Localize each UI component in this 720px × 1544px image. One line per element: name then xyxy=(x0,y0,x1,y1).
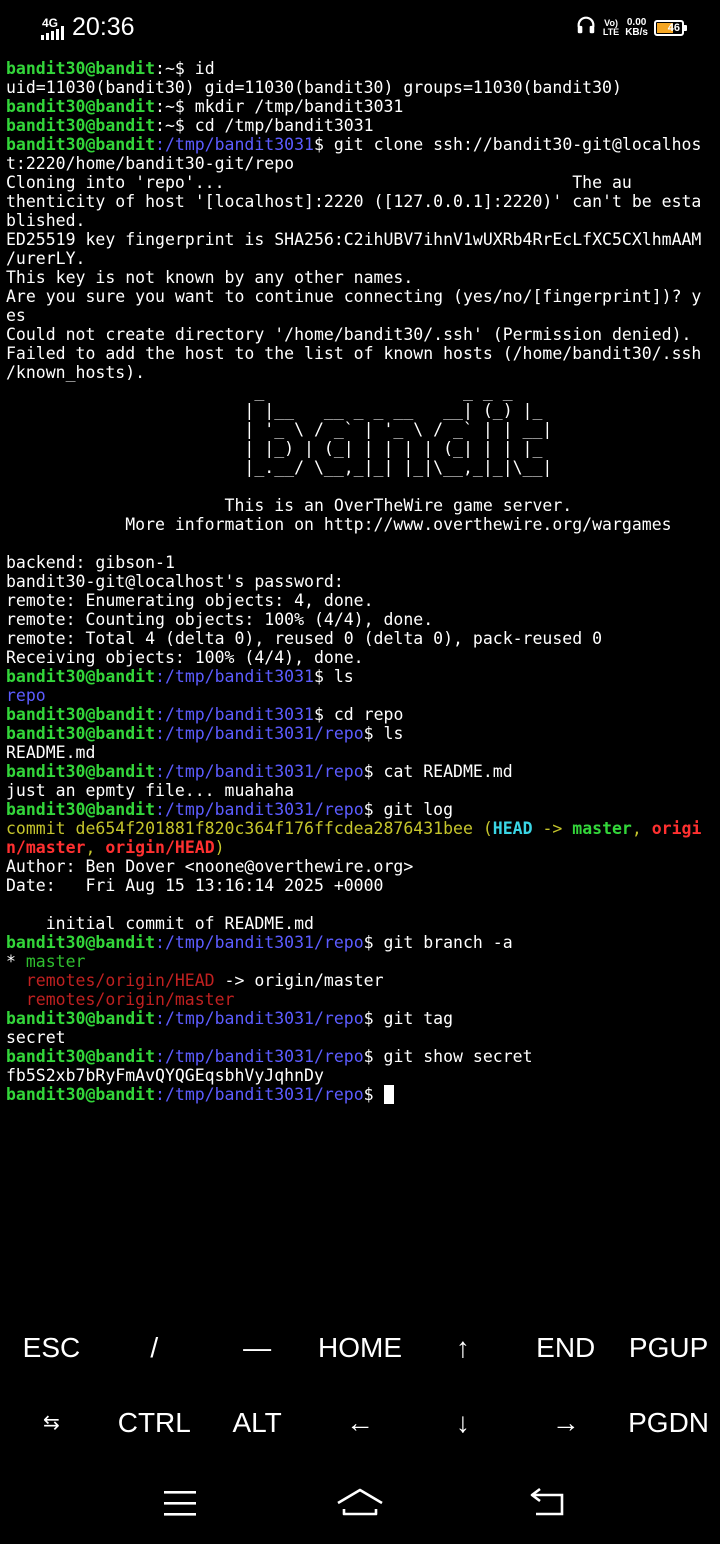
terminal-line: This key is not known by any other names… xyxy=(6,268,414,287)
extra-keys-row-2: ⇆ CTRL ALT ← ↓ → PGDN xyxy=(0,1385,720,1460)
pgup-key[interactable]: PGUP xyxy=(617,1310,720,1385)
terminal-line: repo xyxy=(6,686,46,705)
ascii-banner-line: _ _ _ _ xyxy=(6,382,513,401)
slash-key[interactable]: / xyxy=(103,1310,206,1385)
terminal-line: bandit30-git@localhost's password: xyxy=(6,572,344,591)
terminal-line: bandit30@bandit:/tmp/bandit3031/repo$ ca… xyxy=(6,762,513,781)
terminal-line: Failed to add the host to the list of kn… xyxy=(6,344,702,363)
terminal-line: * master xyxy=(6,952,86,971)
terminal-line: Receiving objects: 100% (4/4), done. xyxy=(6,648,364,667)
terminal-line: bandit30@bandit:/tmp/bandit3031/repo$ gi… xyxy=(6,1047,533,1066)
terminal-line: ED25519 key fingerprint is SHA256:C2ihUB… xyxy=(6,230,702,249)
terminal-line: README.md xyxy=(6,743,96,762)
up-arrow-key[interactable]: ↑ xyxy=(411,1310,514,1385)
status-right: Vo) LTE 0.00 KB/s 46 xyxy=(575,14,687,41)
clock: 20:36 xyxy=(72,13,135,41)
terminal-line: Could not create directory '/home/bandit… xyxy=(6,325,692,344)
welcome-line: This is an OverTheWire game server. xyxy=(6,496,573,515)
home-icon[interactable] xyxy=(330,1482,390,1524)
pgdn-key[interactable]: PGDN xyxy=(617,1385,720,1460)
terminal-output[interactable]: bandit30@bandit:~$ id uid=11030(bandit30… xyxy=(6,59,712,1104)
network-speed: 0.00 KB/s xyxy=(625,16,648,38)
tab-key[interactable]: ⇆ xyxy=(0,1385,103,1460)
terminal-line: initial commit of README.md xyxy=(6,914,314,933)
terminal-line: bandit30@bandit:~$ id xyxy=(6,59,215,78)
terminal-line: Date: Fri Aug 15 13:16:14 2025 +0000 xyxy=(6,876,384,895)
battery-level: 46 xyxy=(667,21,680,34)
extra-keys-bar: ESC / — HOME ↑ END PGUP ⇆ CTRL ALT ← ↓ →… xyxy=(0,1310,720,1460)
navigation-bar xyxy=(0,1460,720,1544)
terminal-line: remotes/origin/master xyxy=(6,990,235,1009)
right-arrow-key[interactable]: → xyxy=(514,1385,617,1460)
terminal-line: bandit30@bandit:/tmp/bandit3031$ git clo… xyxy=(6,135,702,154)
end-key[interactable]: END xyxy=(514,1310,617,1385)
ascii-banner-line: | |_) | (_| | | | | (_| | | |_ xyxy=(6,439,543,458)
terminal-line: es xyxy=(6,306,26,325)
terminal-line: Author: Ben Dover <noone@overthewire.org… xyxy=(6,857,414,876)
terminal-line: /urerLY. xyxy=(6,249,86,268)
down-arrow-key[interactable]: ↓ xyxy=(411,1385,514,1460)
terminal-line: bandit30@bandit:~$ cd /tmp/bandit3031 xyxy=(6,116,374,135)
terminal-line: bandit30@bandit:/tmp/bandit3031/repo$ gi… xyxy=(6,800,454,819)
terminal-line: bandit30@bandit:/tmp/bandit3031/repo$ gi… xyxy=(6,933,513,952)
volte-indicator: Vo) LTE xyxy=(602,17,620,37)
terminal-line: commit de654f201881f820c364f176ffcdea287… xyxy=(6,819,702,838)
terminal-line: just an epmty file... muahaha xyxy=(6,781,295,800)
terminal-line: bandit30@bandit:/tmp/bandit3031$ ls xyxy=(6,667,354,686)
left-arrow-key[interactable]: ← xyxy=(309,1385,412,1460)
menu-icon[interactable] xyxy=(150,1482,210,1524)
terminal-line: t:2220/home/bandit30-git/repo xyxy=(6,154,295,173)
terminal-line: bandit30@bandit:/tmp/bandit3031/repo$ gi… xyxy=(6,1009,454,1028)
terminal-line: remote: Enumerating objects: 4, done. xyxy=(6,591,374,610)
terminal-line: uid=11030(bandit30) gid=11030(bandit30) … xyxy=(6,78,622,97)
back-icon[interactable] xyxy=(518,1482,578,1524)
terminal-cursor xyxy=(383,1085,394,1104)
terminal-line: remote: Total 4 (delta 0), reused 0 (del… xyxy=(6,629,603,648)
terminal-prompt-line[interactable]: bandit30@bandit:/tmp/bandit3031/repo$ xyxy=(6,1085,712,1104)
battery-icon: 46 xyxy=(654,19,687,36)
extra-keys-row-1: ESC / — HOME ↑ END PGUP xyxy=(0,1310,720,1385)
terminal-line: secret xyxy=(6,1028,66,1047)
terminal-line: n/master, origin/HEAD) xyxy=(6,838,225,857)
status-bar: 4G 20:36 Vo) LTE 0.00 KB/s 46 xyxy=(0,0,720,58)
ctrl-key[interactable]: CTRL xyxy=(103,1385,206,1460)
esc-key[interactable]: ESC xyxy=(0,1310,103,1385)
dash-key[interactable]: — xyxy=(206,1310,309,1385)
terminal-line: bandit30@bandit:/tmp/bandit3031$ cd repo xyxy=(6,705,404,724)
terminal-line: blished. xyxy=(6,211,86,230)
terminal-line: Are you sure you want to continue connec… xyxy=(6,287,702,306)
terminal-line: remotes/origin/HEAD -> origin/master xyxy=(6,971,384,990)
alt-key[interactable]: ALT xyxy=(206,1385,309,1460)
ascii-banner-line: |_.__/ \__,_|_| |_|\__,_|_|\__| xyxy=(6,458,553,477)
ascii-banner-line: | '_ \ / _` | '_ \ / _` | | __| xyxy=(6,420,553,439)
terminal-line: Cloning into 'repo'... The au xyxy=(6,173,632,192)
headphones-icon xyxy=(575,14,597,41)
home-key[interactable]: HOME xyxy=(309,1310,412,1385)
terminal-line: fb5S2xb7bRyFmAvQYQGEqsbhVyJqhnDy xyxy=(6,1066,324,1085)
terminal-line: backend: gibson-1 xyxy=(6,553,175,572)
signal-icon xyxy=(41,26,65,40)
status-left: 4G 20:36 xyxy=(41,12,135,42)
terminal-line: thenticity of host '[localhost]:2220 ([1… xyxy=(6,192,702,211)
terminal-line: bandit30@bandit:~$ mkdir /tmp/bandit3031 xyxy=(6,97,404,116)
terminal-line: /known_hosts). xyxy=(6,363,146,382)
ascii-banner-line: | |__ __ _ _ __ __| (_) |_ xyxy=(6,401,543,420)
welcome-line: More information on http://www.overthewi… xyxy=(6,515,672,534)
terminal-line: bandit30@bandit:/tmp/bandit3031/repo$ ls xyxy=(6,724,404,743)
terminal-line: remote: Counting objects: 100% (4/4), do… xyxy=(6,610,434,629)
